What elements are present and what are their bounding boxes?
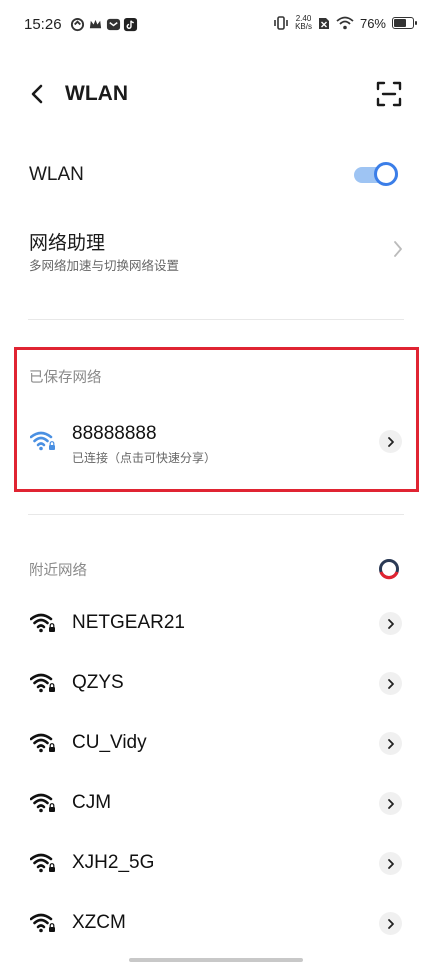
chevron-right-icon[interactable] — [379, 732, 402, 755]
wifi-icon — [30, 913, 55, 933]
nearby-network-item[interactable]: CJM — [24, 781, 408, 825]
chevron-right-icon[interactable] — [379, 792, 402, 815]
chevron-right-icon[interactable] — [379, 912, 402, 935]
wifi-icon — [30, 853, 55, 873]
wifi-icon — [30, 793, 55, 813]
wifi-icon — [30, 431, 55, 451]
chevron-right-icon[interactable] — [379, 672, 402, 695]
tiktok-icon — [123, 17, 138, 32]
nearby-network-item[interactable]: CU_Vidy — [24, 721, 408, 765]
nearby-network-name: CU_Vidy — [72, 732, 147, 753]
chevron-right-icon[interactable] — [379, 852, 402, 875]
network-assistant-subtitle: 多网络加速与切换网络设置 — [29, 259, 180, 273]
nearby-network-name: CJM — [72, 792, 112, 813]
vibrate-icon — [274, 16, 288, 30]
divider — [28, 319, 404, 320]
saved-network-item[interactable]: 88888888 已连接（点击可快速分享） — [24, 418, 408, 470]
wifi-icon — [30, 733, 55, 753]
loading-spinner-icon — [379, 559, 399, 580]
no-sim-icon — [318, 18, 329, 29]
nearby-network-item[interactable]: XZCM — [24, 901, 408, 945]
back-arrow-icon[interactable] — [26, 82, 50, 106]
status-wifi-icon — [336, 16, 354, 30]
home-indicator[interactable] — [129, 958, 303, 962]
nearby-network-item[interactable]: XJH2_5G — [24, 841, 408, 885]
scan-icon[interactable] — [376, 81, 402, 107]
nearby-networks-title: 附近网络 — [29, 563, 87, 579]
wlan-toggle-label: WLAN — [29, 164, 84, 185]
chevron-right-icon[interactable] — [379, 612, 402, 635]
wifi-icon — [30, 613, 55, 633]
network-assistant-row[interactable]: 网络助理 多网络加速与切换网络设置 — [0, 220, 432, 280]
nearby-network-name: QZYS — [72, 672, 124, 693]
crown-icon — [89, 19, 102, 29]
battery-icon — [392, 17, 417, 29]
nearby-network-name: XZCM — [72, 912, 126, 933]
nearby-network-item[interactable]: QZYS — [24, 661, 408, 705]
saved-networks-title: 已保存网络 — [29, 370, 102, 386]
saved-network-name: 88888888 — [72, 423, 157, 444]
nearby-network-item[interactable]: NETGEAR21 — [24, 601, 408, 645]
network-speed: 2.40 KB/s — [295, 14, 312, 31]
divider — [28, 514, 404, 515]
page-title: WLAN — [65, 82, 128, 105]
wlan-toggle-switch[interactable] — [354, 160, 404, 190]
nearby-network-name: XJH2_5G — [72, 852, 155, 873]
mail-icon — [106, 18, 121, 31]
status-time: 15:26 — [24, 16, 62, 33]
sync-icon — [70, 17, 85, 32]
network-assistant-title: 网络助理 — [29, 233, 106, 254]
chevron-right-icon — [394, 241, 402, 257]
chevron-right-icon[interactable] — [379, 430, 402, 453]
wifi-icon — [30, 673, 55, 693]
status-right: 2.40 KB/s 76% — [273, 14, 417, 31]
status-bar: 15:26 2.40 KB/s 76% — [0, 0, 432, 52]
battery-percent: 76% — [359, 15, 386, 31]
nearby-network-name: NETGEAR21 — [72, 612, 185, 633]
saved-network-status: 已连接（点击可快速分享） — [72, 451, 217, 465]
